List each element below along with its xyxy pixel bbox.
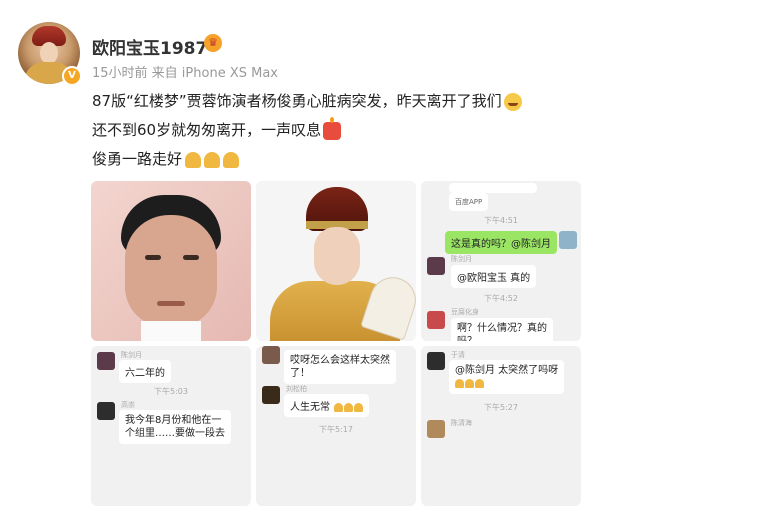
chat-message-line: 吗？: [457, 336, 477, 341]
chat-timestamp: 下午5:27: [484, 403, 518, 412]
chat-message-line: 了！: [290, 368, 310, 379]
praying-hands-icon: [185, 151, 202, 168]
image-portrait-modern[interactable]: [91, 181, 251, 341]
post-text: 俊勇一路走好: [92, 150, 183, 168]
image-chat-screenshot-4[interactable]: 于清 @陈剑月 太突然了吗呀 下午5:27 陈清海: [421, 346, 581, 506]
crown-icon: ♛: [204, 34, 222, 52]
chat-timestamp: 下午4:51: [484, 216, 518, 225]
praying-hands-icon: [334, 402, 344, 412]
chat-avatar: [559, 231, 577, 249]
chat-message: @欧阳宝玉 真的: [451, 265, 537, 288]
chat-timestamp: 下午4:52: [484, 294, 518, 303]
chat-avatar: [427, 257, 445, 275]
chat-message-with-emoji: @陈剑月 太突然了吗呀: [449, 360, 565, 394]
chat-link-card: [449, 183, 537, 193]
chat-message-multiline: 我今年8月份和他在一 个组里……要做一段去: [119, 410, 231, 444]
chat-avatar: [262, 346, 280, 364]
chat-message: 人生无常: [290, 402, 330, 413]
praying-hands-icon: [455, 378, 464, 388]
chat-message-line: 哎呀怎么会这样太突然: [290, 355, 390, 366]
chat-avatar: [97, 352, 115, 370]
chat-sender-name: 于清: [451, 351, 465, 359]
crying-face-icon: [503, 92, 522, 111]
image-portrait-costume[interactable]: [256, 181, 416, 341]
post-meta: 15小时前 来自 iPhone XS Max: [92, 66, 278, 81]
verified-badge-icon: V: [62, 66, 82, 86]
chat-avatar: [427, 352, 445, 370]
post-text-line-3: 俊勇一路走好: [92, 148, 240, 169]
costume-face: [314, 227, 360, 285]
chat-message-line: 个组里……要做一段去: [125, 428, 225, 439]
avatar-face: [40, 42, 58, 64]
image-chat-screenshot-2[interactable]: 陈剑月 六二年的 下午5:03 高崇 我今年8月份和他在一 个组里……要做一段去: [91, 346, 251, 506]
post-text-line-1: 87版“红楼梦”贾蓉饰演者杨俊勇心脏病突发，昨天离开了我们: [92, 90, 522, 111]
chat-avatar: [427, 420, 445, 438]
chat-avatar: [427, 311, 445, 329]
portrait-face: [125, 215, 217, 327]
image-chat-screenshot-3[interactable]: 哎呀怎么会这样太突然 了！ 刘松柏 人生无常 下午5:17: [256, 346, 416, 506]
praying-hands-icon: [465, 378, 474, 388]
chat-app-label: 百度APP: [449, 193, 489, 211]
chat-avatar: [262, 386, 280, 404]
portrait-collar: [141, 321, 201, 341]
chat-message-multiline: 哎呀怎么会这样太突然 了！: [284, 350, 396, 384]
chat-message-line: 我今年8月份和他在一: [125, 415, 222, 426]
image-chat-screenshot-1[interactable]: 百度APP 下午4:51 这是真的吗？@陈剑月 陈剑月 @欧阳宝玉 真的 下午4…: [421, 181, 581, 341]
post-text: 还不到60岁就匆匆离开，一声叹息: [92, 121, 322, 139]
chat-sender-name: 刘松柏: [286, 385, 307, 393]
username-link[interactable]: 欧阳宝玉1987: [92, 34, 207, 59]
chat-message-with-emoji: 人生无常: [284, 394, 370, 417]
praying-hands-icon: [344, 402, 354, 412]
chat-message: 这是真的吗？@陈剑月: [445, 231, 557, 254]
chat-message: 六二年的: [119, 360, 171, 383]
portrait-eye: [183, 255, 199, 260]
chat-sender-name: 豆腐化身: [451, 308, 479, 316]
praying-hands-icon: [475, 378, 484, 388]
chat-sender-name: 陈剑月: [121, 351, 142, 359]
chat-message-line: 啊？什么情况？真的: [457, 323, 547, 334]
post-text: 87版“红楼梦”贾蓉饰演者杨俊勇心脏病突发，昨天离开了我们: [92, 92, 502, 110]
chat-sender-name: 陈剑月: [451, 255, 472, 263]
chat-timestamp: 下午5:17: [319, 425, 353, 434]
chat-timestamp: 下午5:03: [154, 387, 188, 396]
chat-message-multiline: 啊？什么情况？真的 吗？: [451, 318, 553, 341]
portrait-mouth: [157, 301, 185, 306]
praying-hands-icon: [223, 151, 240, 168]
praying-hands-icon: [354, 402, 364, 412]
chat-sender-name: 陈清海: [451, 419, 472, 427]
post-text-line-2: 还不到60岁就匆匆离开，一声叹息: [92, 116, 342, 140]
portrait-eye: [145, 255, 161, 260]
praying-hands-icon: [204, 151, 221, 168]
candle-icon: [323, 116, 342, 140]
chat-message: @陈剑月 太突然了吗呀: [455, 365, 559, 376]
chat-avatar: [97, 402, 115, 420]
chat-sender-name: 高崇: [121, 401, 135, 409]
